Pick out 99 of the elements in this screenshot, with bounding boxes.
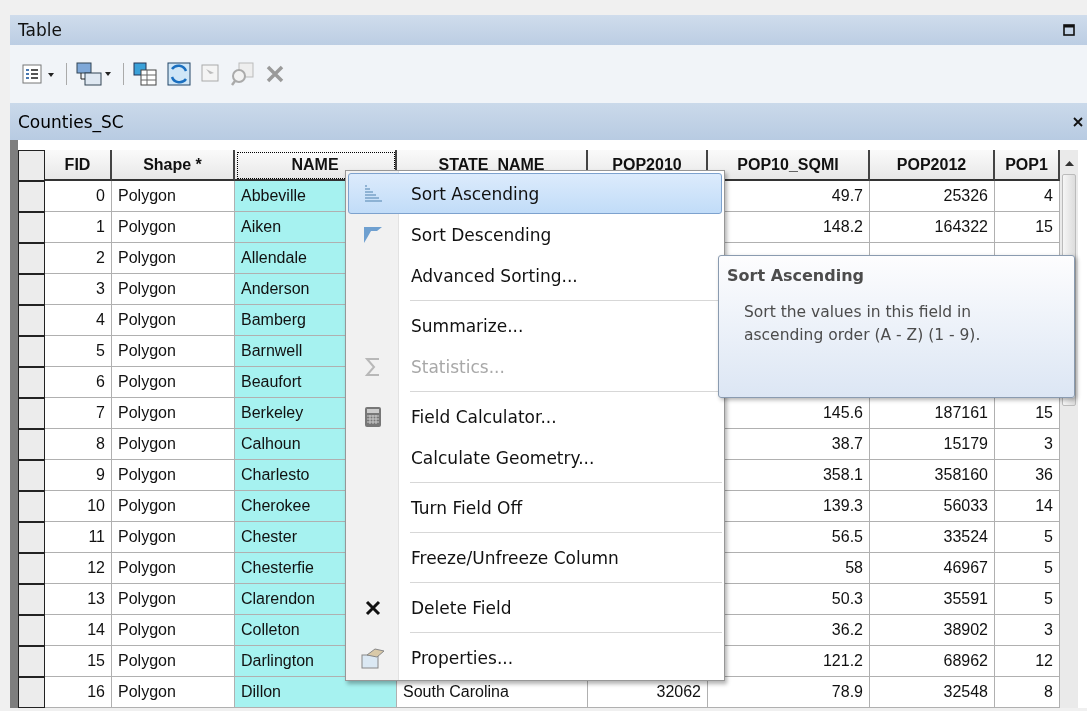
table-cell: 14 <box>45 615 112 646</box>
table-cell: 11 <box>45 522 112 553</box>
table-cell: 15 <box>995 398 1060 429</box>
table-cell: 5 <box>995 584 1060 615</box>
row-selector[interactable] <box>18 181 45 212</box>
table-cell: 35591 <box>870 584 995 615</box>
table-cell: 38902 <box>870 615 995 646</box>
table-cell: Polygon <box>112 212 235 243</box>
table-cell: 14 <box>995 491 1060 522</box>
table-cell: Polygon <box>112 553 235 584</box>
row-selector[interactable] <box>18 460 45 491</box>
table-cell: Polygon <box>112 305 235 336</box>
table-cell: 8 <box>995 677 1060 708</box>
row-selector[interactable] <box>18 212 45 243</box>
row-selector[interactable] <box>18 398 45 429</box>
table-cell: 56033 <box>870 491 995 522</box>
table-cell: 3 <box>995 429 1060 460</box>
table-cell: 15 <box>45 646 112 677</box>
table-cell: 10 <box>45 491 112 522</box>
row-selector[interactable] <box>18 243 45 274</box>
delete-icon[interactable] <box>264 63 286 85</box>
table-cell: 36 <box>995 460 1060 491</box>
sort-ascending-icon <box>363 184 383 203</box>
table-cell: 8 <box>45 429 112 460</box>
table-cell: Polygon <box>112 584 235 615</box>
table-cell: 68962 <box>870 646 995 677</box>
row-selector[interactable] <box>18 677 45 708</box>
select-by-attributes-icon[interactable] <box>132 61 158 87</box>
row-selector[interactable] <box>18 429 45 460</box>
table-cell: 0 <box>45 181 112 212</box>
row-selector[interactable] <box>18 615 45 646</box>
table-cell: 15 <box>995 212 1060 243</box>
table-tab-title[interactable]: Counties_SC <box>18 111 124 132</box>
calculator-icon <box>364 405 382 428</box>
table-cell: 6 <box>45 367 112 398</box>
restore-icon[interactable] <box>1063 24 1075 36</box>
table-cell: 78.9 <box>708 677 870 708</box>
table-cell: 32548 <box>870 677 995 708</box>
scroll-up-icon[interactable] <box>1064 160 1074 166</box>
row-selector[interactable] <box>18 522 45 553</box>
table-cell: Polygon <box>112 677 235 708</box>
table-cell: Polygon <box>112 181 235 212</box>
table-cell: Polygon <box>112 429 235 460</box>
table-cell: Polygon <box>112 367 235 398</box>
table-cell: 5 <box>995 553 1060 584</box>
table-cell: 25326 <box>870 181 995 212</box>
table-cell: Polygon <box>112 491 235 522</box>
column-header[interactable]: POP2012 <box>870 150 995 181</box>
row-selector[interactable] <box>18 367 45 398</box>
delete-icon <box>365 599 381 616</box>
column-header[interactable]: POP1 <box>995 150 1060 181</box>
switch-selection-icon[interactable] <box>166 61 192 87</box>
row-selector[interactable] <box>18 336 45 367</box>
table-cell: 16 <box>45 677 112 708</box>
table-cell: Polygon <box>112 646 235 677</box>
close-icon[interactable] <box>1073 116 1083 127</box>
window-title: Table <box>18 20 63 40</box>
table-cell: Polygon <box>112 460 235 491</box>
tooltip-title: Sort Ascending <box>727 266 865 285</box>
row-selector[interactable] <box>18 274 45 305</box>
table-cell: 4 <box>45 305 112 336</box>
table-cell: 4 <box>995 181 1060 212</box>
sigma-icon <box>364 356 382 377</box>
menu-item[interactable]: Sort Ascending <box>348 173 722 214</box>
table-cell: 164322 <box>870 212 995 243</box>
column-header[interactable]: POP10_SQMI <box>708 150 870 181</box>
table-cell: 7 <box>45 398 112 429</box>
row-selector[interactable] <box>18 553 45 584</box>
table-cell: Polygon <box>112 336 235 367</box>
row-selector[interactable] <box>18 305 45 336</box>
table-cell: Polygon <box>112 615 235 646</box>
table-cell: 46967 <box>870 553 995 584</box>
table-cell: 15179 <box>870 429 995 460</box>
column-header[interactable]: Shape * <box>112 150 235 181</box>
table-cell: Polygon <box>112 398 235 429</box>
table-cell: 1 <box>45 212 112 243</box>
table-cell: 9 <box>45 460 112 491</box>
row-selector[interactable] <box>18 646 45 677</box>
table-cell: 5 <box>45 336 112 367</box>
table-cell: Dillon <box>235 677 397 708</box>
tooltip-text: Sort the values in this field in ascending order (A - Z) (1 - 9). <box>743 302 982 347</box>
table-cell: 2 <box>45 243 112 274</box>
column-header[interactable]: FID <box>45 150 112 181</box>
table-cell: Polygon <box>112 243 235 274</box>
properties-icon <box>361 646 385 669</box>
table-cell: 12 <box>45 553 112 584</box>
table-cell: 3 <box>995 615 1060 646</box>
table-cell: Polygon <box>112 274 235 305</box>
table-cell: 13 <box>45 584 112 615</box>
table-cell: 5 <box>995 522 1060 553</box>
select-all-cell[interactable] <box>18 150 45 181</box>
table-cell: 33524 <box>870 522 995 553</box>
row-selector[interactable] <box>18 584 45 615</box>
table-cell: 187161 <box>870 398 995 429</box>
row-selector[interactable] <box>18 491 45 522</box>
table-cell: Polygon <box>112 522 235 553</box>
table-cell: 12 <box>995 646 1060 677</box>
table-cell: 3 <box>45 274 112 305</box>
table-cell: 358160 <box>870 460 995 491</box>
